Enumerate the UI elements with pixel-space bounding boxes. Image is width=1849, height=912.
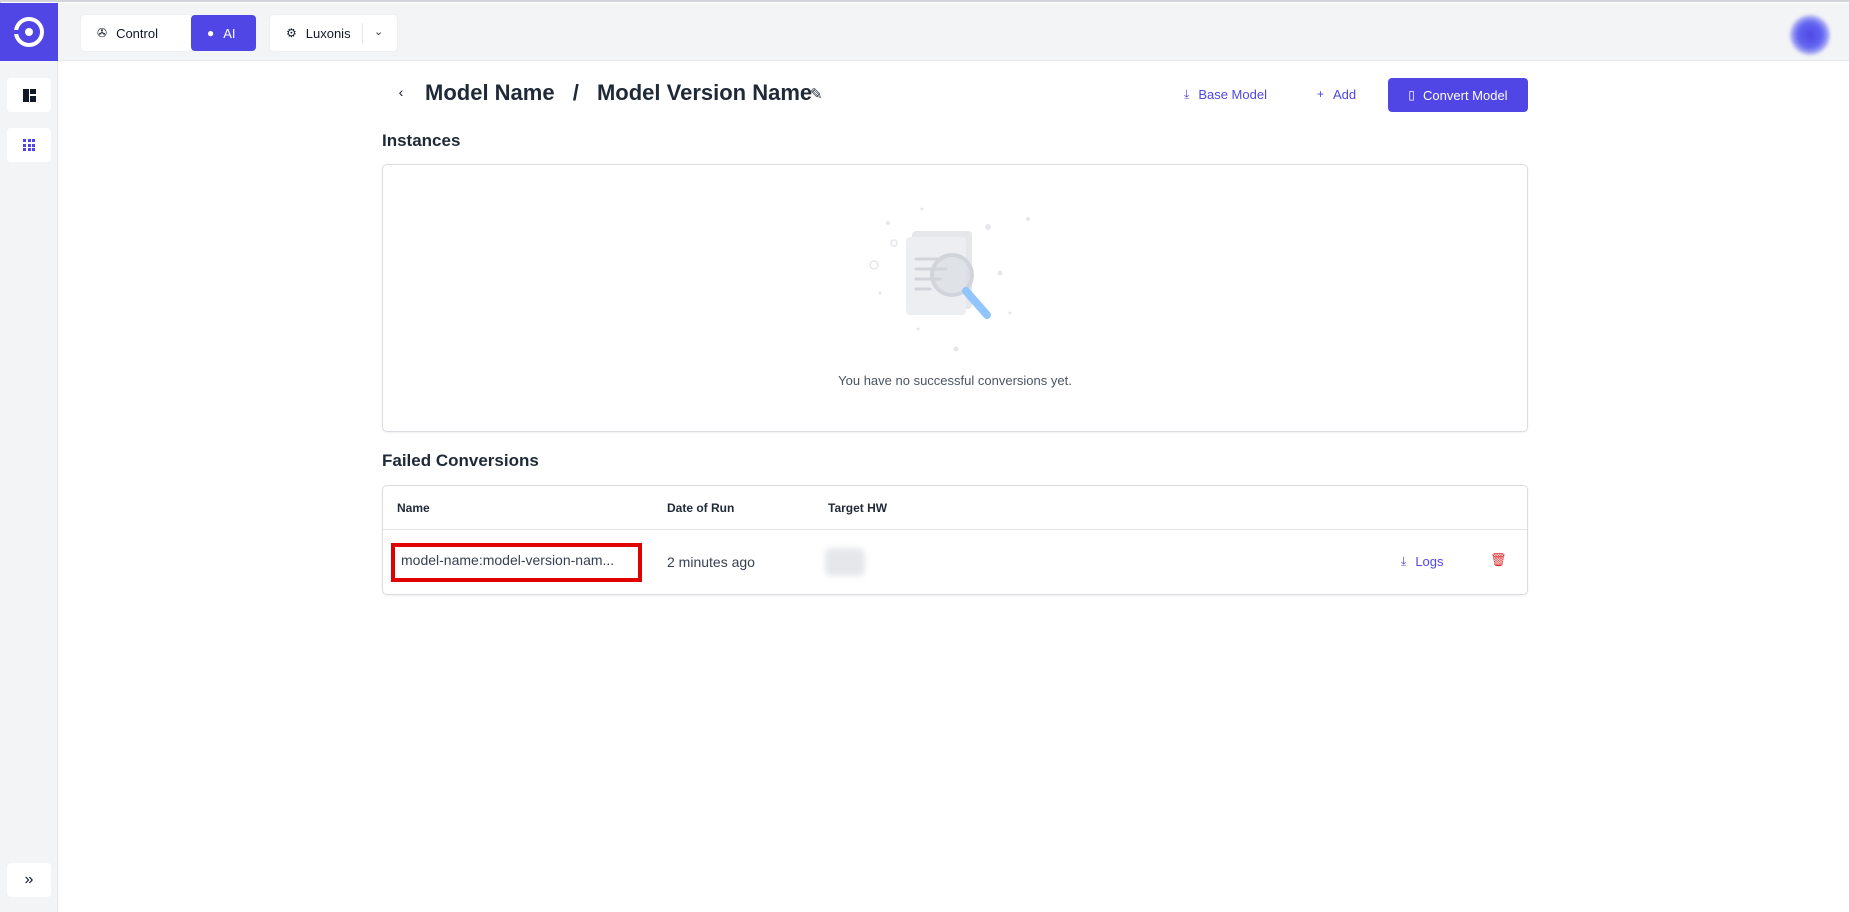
org-label: Luxonis — [305, 25, 351, 41]
aperture-icon: ✇ — [97, 26, 108, 40]
nav-ai-button[interactable]: ● AI — [191, 15, 256, 51]
add-button[interactable]: + Add — [1317, 80, 1356, 108]
double-chevron-right-icon: » — [24, 871, 34, 888]
download-icon: ⤓ — [1401, 554, 1407, 568]
sidebar-item-apps[interactable] — [7, 128, 51, 162]
chevron-left-icon: ‹ — [398, 84, 404, 100]
download-icon: ⤓ — [1184, 86, 1190, 101]
base-model-label: Base Model — [1198, 86, 1267, 102]
convert-model-label: Convert Model — [1423, 87, 1508, 103]
top-bar: ✇ Control ● AI ⚙ Luxonis ⌄ — [0, 3, 1849, 61]
plus-icon: + — [1317, 87, 1325, 101]
page-title: Model Name / Model Version Name — [425, 80, 812, 106]
table-row: model-name:model-version-nam... 2 minute… — [383, 530, 1527, 594]
failed-conversions-heading: Failed Conversions — [382, 451, 539, 470]
empty-state-text: You have no successful conversions yet. — [838, 373, 1072, 388]
pencil-icon[interactable]: ✎ — [810, 85, 823, 103]
breadcrumb-version-name: Model Version Name — [596, 80, 813, 105]
apps-grid-icon — [23, 139, 35, 151]
app-frame — [0, 0, 1849, 912]
instances-card: You have no successful conversions yet. — [382, 164, 1528, 432]
target-hw-badge — [825, 548, 865, 576]
dashboard-icon — [22, 88, 36, 102]
convert-model-button[interactable]: ▯ Convert Model — [1388, 78, 1528, 112]
back-button[interactable]: ‹ — [389, 80, 413, 104]
nav-ai-label: AI — [223, 25, 236, 41]
breadcrumb-model-name[interactable]: Model Name — [425, 80, 555, 105]
breadcrumb-separator: / — [572, 80, 579, 105]
column-header-date: Date of Run — [667, 501, 735, 515]
luxonis-logo[interactable] — [0, 3, 58, 61]
download-logs-button[interactable]: ⤓ Logs — [1401, 554, 1444, 569]
base-model-button[interactable]: ⤓ Base Model — [1184, 80, 1267, 108]
nav-control-label: Control — [116, 25, 158, 41]
divider — [362, 23, 363, 43]
table-header: Name Date of Run Target HW — [383, 486, 1527, 530]
nav-control-button[interactable]: ✇ Control — [81, 15, 193, 51]
conversion-name-cell[interactable]: model-name:model-version-nam... — [391, 543, 642, 582]
date-of-run-cell: 2 minutes ago — [667, 554, 755, 570]
file-icon: ▯ — [1408, 88, 1416, 102]
org-selector[interactable]: ⚙ Luxonis ⌄ — [270, 15, 397, 51]
user-avatar[interactable] — [1790, 15, 1830, 55]
sidebar-expand-button[interactable]: » — [7, 863, 51, 897]
chevron-down-icon[interactable]: ⌄ — [374, 25, 383, 38]
failed-conversions-table: Name Date of Run Target HW model-name:mo… — [382, 485, 1528, 595]
trash-icon[interactable]: 🗑 — [1490, 552, 1507, 568]
gear-icon: ⚙ — [286, 26, 297, 40]
column-header-target-hw: Target HW — [828, 501, 888, 515]
logs-label: Logs — [1415, 554, 1444, 569]
sidebar-item-dashboard[interactable] — [7, 78, 51, 112]
column-header-name: Name — [397, 501, 430, 515]
add-label: Add — [1333, 86, 1357, 102]
lightbulb-icon: ● — [207, 26, 215, 40]
sidebar: » — [0, 61, 58, 912]
empty-search-illustration — [869, 207, 1030, 352]
instances-heading: Instances — [382, 131, 461, 150]
